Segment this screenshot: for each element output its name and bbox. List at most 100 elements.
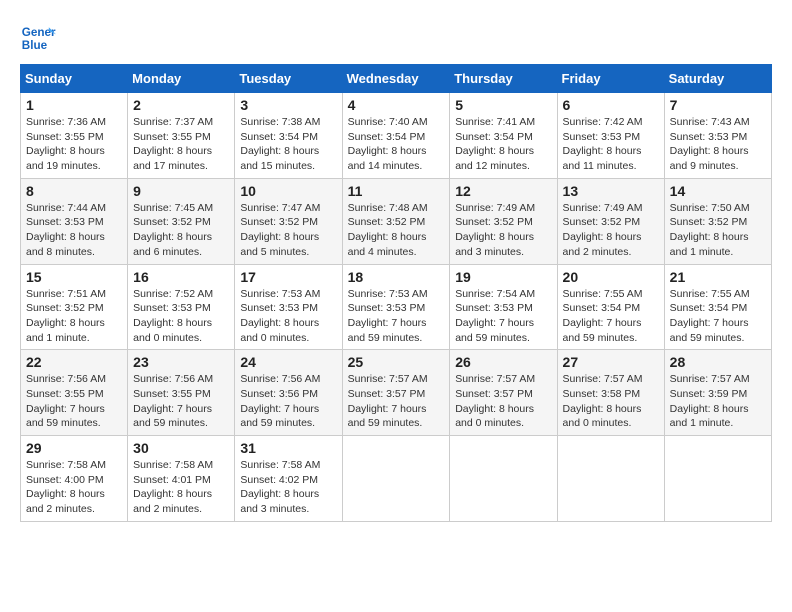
day-cell: 13 Sunrise: 7:49 AMSunset: 3:52 PMDaylig… — [557, 178, 664, 264]
day-info: Sunrise: 7:42 AMSunset: 3:53 PMDaylight:… — [563, 116, 643, 172]
day-info: Sunrise: 7:57 AMSunset: 3:58 PMDaylight:… — [563, 373, 643, 429]
week-row-2: 8 Sunrise: 7:44 AMSunset: 3:53 PMDayligh… — [21, 178, 772, 264]
day-number: 31 — [240, 440, 336, 456]
day-number: 24 — [240, 354, 336, 370]
week-row-1: 1 Sunrise: 7:36 AMSunset: 3:55 PMDayligh… — [21, 93, 772, 179]
header-cell-thursday: Thursday — [450, 65, 557, 93]
header-cell-sunday: Sunday — [21, 65, 128, 93]
calendar-table: SundayMondayTuesdayWednesdayThursdayFrid… — [20, 64, 772, 522]
day-info: Sunrise: 7:40 AMSunset: 3:54 PMDaylight:… — [348, 116, 428, 172]
day-cell: 16 Sunrise: 7:52 AMSunset: 3:53 PMDaylig… — [128, 264, 235, 350]
day-number: 12 — [455, 183, 551, 199]
day-cell — [557, 436, 664, 522]
day-cell: 3 Sunrise: 7:38 AMSunset: 3:54 PMDayligh… — [235, 93, 342, 179]
day-info: Sunrise: 7:52 AMSunset: 3:53 PMDaylight:… — [133, 288, 213, 344]
header-cell-saturday: Saturday — [664, 65, 771, 93]
day-cell — [342, 436, 450, 522]
header-cell-friday: Friday — [557, 65, 664, 93]
day-number: 1 — [26, 97, 122, 113]
week-row-3: 15 Sunrise: 7:51 AMSunset: 3:52 PMDaylig… — [21, 264, 772, 350]
day-info: Sunrise: 7:56 AMSunset: 3:56 PMDaylight:… — [240, 373, 320, 429]
day-number: 30 — [133, 440, 229, 456]
day-info: Sunrise: 7:47 AMSunset: 3:52 PMDaylight:… — [240, 202, 320, 258]
day-cell — [664, 436, 771, 522]
day-number: 29 — [26, 440, 122, 456]
day-info: Sunrise: 7:38 AMSunset: 3:54 PMDaylight:… — [240, 116, 320, 172]
day-cell: 10 Sunrise: 7:47 AMSunset: 3:52 PMDaylig… — [235, 178, 342, 264]
day-cell: 18 Sunrise: 7:53 AMSunset: 3:53 PMDaylig… — [342, 264, 450, 350]
day-info: Sunrise: 7:48 AMSunset: 3:52 PMDaylight:… — [348, 202, 428, 258]
header-cell-tuesday: Tuesday — [235, 65, 342, 93]
day-number: 8 — [26, 183, 122, 199]
day-number: 22 — [26, 354, 122, 370]
day-cell: 23 Sunrise: 7:56 AMSunset: 3:55 PMDaylig… — [128, 350, 235, 436]
day-cell: 26 Sunrise: 7:57 AMSunset: 3:57 PMDaylig… — [450, 350, 557, 436]
day-info: Sunrise: 7:54 AMSunset: 3:53 PMDaylight:… — [455, 288, 535, 344]
day-number: 14 — [670, 183, 766, 199]
logo: General Blue — [20, 20, 56, 56]
day-cell — [450, 436, 557, 522]
day-number: 25 — [348, 354, 445, 370]
day-number: 18 — [348, 269, 445, 285]
day-info: Sunrise: 7:58 AMSunset: 4:00 PMDaylight:… — [26, 459, 106, 515]
day-number: 9 — [133, 183, 229, 199]
day-number: 11 — [348, 183, 445, 199]
day-cell: 20 Sunrise: 7:55 AMSunset: 3:54 PMDaylig… — [557, 264, 664, 350]
header-cell-wednesday: Wednesday — [342, 65, 450, 93]
day-info: Sunrise: 7:36 AMSunset: 3:55 PMDaylight:… — [26, 116, 106, 172]
day-info: Sunrise: 7:41 AMSunset: 3:54 PMDaylight:… — [455, 116, 535, 172]
day-cell: 19 Sunrise: 7:54 AMSunset: 3:53 PMDaylig… — [450, 264, 557, 350]
day-cell: 7 Sunrise: 7:43 AMSunset: 3:53 PMDayligh… — [664, 93, 771, 179]
day-info: Sunrise: 7:55 AMSunset: 3:54 PMDaylight:… — [563, 288, 643, 344]
day-cell: 9 Sunrise: 7:45 AMSunset: 3:52 PMDayligh… — [128, 178, 235, 264]
day-cell: 1 Sunrise: 7:36 AMSunset: 3:55 PMDayligh… — [21, 93, 128, 179]
svg-text:General: General — [22, 26, 56, 39]
day-number: 3 — [240, 97, 336, 113]
day-cell: 28 Sunrise: 7:57 AMSunset: 3:59 PMDaylig… — [664, 350, 771, 436]
day-cell: 14 Sunrise: 7:50 AMSunset: 3:52 PMDaylig… — [664, 178, 771, 264]
day-info: Sunrise: 7:57 AMSunset: 3:57 PMDaylight:… — [455, 373, 535, 429]
day-info: Sunrise: 7:58 AMSunset: 4:02 PMDaylight:… — [240, 459, 320, 515]
header: General Blue — [20, 20, 772, 56]
day-cell: 24 Sunrise: 7:56 AMSunset: 3:56 PMDaylig… — [235, 350, 342, 436]
day-info: Sunrise: 7:56 AMSunset: 3:55 PMDaylight:… — [133, 373, 213, 429]
svg-text:Blue: Blue — [22, 39, 48, 52]
day-cell: 15 Sunrise: 7:51 AMSunset: 3:52 PMDaylig… — [21, 264, 128, 350]
day-info: Sunrise: 7:37 AMSunset: 3:55 PMDaylight:… — [133, 116, 213, 172]
day-number: 5 — [455, 97, 551, 113]
day-cell: 6 Sunrise: 7:42 AMSunset: 3:53 PMDayligh… — [557, 93, 664, 179]
day-info: Sunrise: 7:45 AMSunset: 3:52 PMDaylight:… — [133, 202, 213, 258]
day-cell: 30 Sunrise: 7:58 AMSunset: 4:01 PMDaylig… — [128, 436, 235, 522]
day-number: 4 — [348, 97, 445, 113]
day-cell: 5 Sunrise: 7:41 AMSunset: 3:54 PMDayligh… — [450, 93, 557, 179]
page-container: General Blue SundayMondayTuesdayWednesda… — [20, 20, 772, 522]
day-cell: 2 Sunrise: 7:37 AMSunset: 3:55 PMDayligh… — [128, 93, 235, 179]
day-cell: 27 Sunrise: 7:57 AMSunset: 3:58 PMDaylig… — [557, 350, 664, 436]
day-number: 13 — [563, 183, 659, 199]
day-info: Sunrise: 7:49 AMSunset: 3:52 PMDaylight:… — [563, 202, 643, 258]
day-cell: 12 Sunrise: 7:49 AMSunset: 3:52 PMDaylig… — [450, 178, 557, 264]
day-info: Sunrise: 7:51 AMSunset: 3:52 PMDaylight:… — [26, 288, 106, 344]
day-number: 10 — [240, 183, 336, 199]
day-info: Sunrise: 7:57 AMSunset: 3:57 PMDaylight:… — [348, 373, 428, 429]
day-info: Sunrise: 7:49 AMSunset: 3:52 PMDaylight:… — [455, 202, 535, 258]
day-number: 27 — [563, 354, 659, 370]
day-number: 15 — [26, 269, 122, 285]
day-number: 6 — [563, 97, 659, 113]
header-row: SundayMondayTuesdayWednesdayThursdayFrid… — [21, 65, 772, 93]
day-cell: 31 Sunrise: 7:58 AMSunset: 4:02 PMDaylig… — [235, 436, 342, 522]
day-info: Sunrise: 7:53 AMSunset: 3:53 PMDaylight:… — [348, 288, 428, 344]
day-cell: 21 Sunrise: 7:55 AMSunset: 3:54 PMDaylig… — [664, 264, 771, 350]
week-row-4: 22 Sunrise: 7:56 AMSunset: 3:55 PMDaylig… — [21, 350, 772, 436]
day-number: 17 — [240, 269, 336, 285]
day-number: 28 — [670, 354, 766, 370]
day-info: Sunrise: 7:44 AMSunset: 3:53 PMDaylight:… — [26, 202, 106, 258]
day-number: 19 — [455, 269, 551, 285]
day-info: Sunrise: 7:43 AMSunset: 3:53 PMDaylight:… — [670, 116, 750, 172]
header-cell-monday: Monday — [128, 65, 235, 93]
day-cell: 8 Sunrise: 7:44 AMSunset: 3:53 PMDayligh… — [21, 178, 128, 264]
day-number: 2 — [133, 97, 229, 113]
day-info: Sunrise: 7:56 AMSunset: 3:55 PMDaylight:… — [26, 373, 106, 429]
day-cell: 17 Sunrise: 7:53 AMSunset: 3:53 PMDaylig… — [235, 264, 342, 350]
day-number: 7 — [670, 97, 766, 113]
